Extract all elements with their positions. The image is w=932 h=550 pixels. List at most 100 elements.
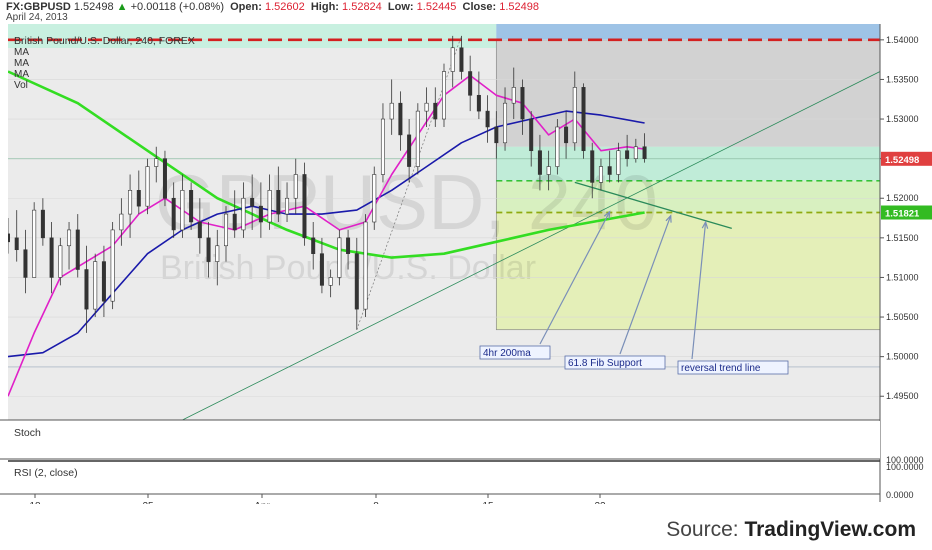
candle-body: [555, 126, 560, 167]
annotation-text: 4hr 200ma: [483, 348, 531, 359]
candle-body: [511, 87, 516, 104]
candle-body: [450, 47, 455, 72]
candle-body: [14, 237, 19, 251]
candle-body: [494, 126, 499, 144]
candle-body: [189, 190, 194, 223]
candle-body: [40, 209, 45, 239]
price-tick-label: 1.52000: [886, 193, 919, 203]
quote-line: FX:GBPUSD 1.52498 ▲ +0.00118 (+0.08%) Op…: [6, 1, 539, 13]
price-tick-label: 1.51500: [886, 233, 919, 243]
candle-body: [49, 237, 54, 278]
candle-body: [572, 87, 577, 144]
chart-date: April 24, 2013: [6, 12, 68, 23]
high-value: 1.52824: [342, 1, 382, 13]
candle-body: [154, 158, 159, 167]
candle-body: [590, 150, 595, 183]
zone-upper-grey: [496, 39, 880, 147]
chart-canvas[interactable]: GBPUSD, 240British Pound/U.S. Dollar 4hr…: [0, 24, 932, 504]
open-label: Open:: [230, 1, 262, 13]
current-price-label: 1.52498: [885, 155, 919, 166]
source-prefix: Source:: [666, 518, 739, 541]
rsi-label: RSI (2, close): [14, 467, 78, 479]
price-tick-label: 1.54000: [886, 35, 919, 45]
rsi-axis-label-bottom: 0.0000: [886, 490, 914, 500]
level-price-label: 1.51821: [885, 208, 920, 219]
candle-body: [258, 205, 263, 223]
candle-body: [302, 174, 307, 239]
candle-body: [119, 213, 124, 231]
candle-body: [476, 94, 481, 112]
candle-body: [372, 174, 377, 223]
low-label: Low:: [387, 1, 414, 13]
candle-body: [581, 87, 586, 152]
candle-body: [389, 102, 394, 120]
candle-body: [459, 47, 464, 72]
candle-body: [319, 253, 324, 286]
candle-body: [328, 277, 333, 286]
candle-body: [232, 213, 237, 231]
candle-body: [58, 245, 63, 278]
close-label: Close:: [462, 1, 497, 13]
price-change: +0.00118 (+0.08%): [130, 1, 224, 13]
low-value: 1.52445: [416, 1, 457, 13]
rsi-axis-label-top: 100.0000: [886, 462, 924, 472]
legend-title: British Pound/U.S. Dollar, 240, FOREX: [14, 35, 195, 47]
candle-body: [598, 166, 603, 183]
candle-body: [75, 229, 80, 270]
time-tick-label: 8: [373, 501, 379, 504]
candle-body: [407, 134, 412, 167]
legend-item: MA: [14, 69, 29, 80]
candle-body: [215, 245, 220, 262]
candle-body: [267, 190, 272, 223]
candle-body: [363, 221, 368, 310]
up-arrow-icon: ▲: [116, 1, 128, 13]
chart-header: FX:GBPUSD 1.52498 ▲ +0.00118 (+0.08%) Op…: [0, 0, 932, 24]
last-price: 1.52498: [73, 1, 114, 13]
candle-body: [293, 174, 298, 199]
price-tick-label: 1.53500: [886, 74, 919, 84]
stoch-label: Stoch: [14, 427, 41, 439]
candle-body: [625, 150, 630, 159]
price-tick-label: 1.50500: [886, 312, 919, 322]
source-credit: Source: TradingView.com: [666, 518, 916, 542]
candle-body: [23, 249, 28, 278]
candle-body: [546, 166, 551, 175]
annotation-text: 61.8 Fib Support: [568, 358, 642, 369]
candle-body: [276, 190, 281, 215]
candle-body: [380, 118, 385, 175]
candle-body: [285, 197, 290, 215]
candle-body: [250, 197, 255, 207]
price-tick-label: 1.50000: [886, 352, 919, 362]
close-value: 1.52498: [499, 1, 539, 13]
price-tick-label: 1.51000: [886, 272, 919, 282]
axis-bg: [880, 24, 932, 504]
candle-body: [564, 126, 569, 144]
price-tick-label: 1.53000: [886, 114, 919, 124]
time-tick-label: 15: [482, 501, 494, 504]
legend-item: MA: [14, 47, 29, 58]
candle-body: [311, 237, 316, 254]
candle-body: [441, 71, 446, 120]
candle-body: [224, 213, 229, 247]
candle-body: [485, 110, 490, 128]
time-tick-label: Apr: [254, 501, 270, 504]
candle-body: [520, 87, 525, 120]
candle-body: [433, 102, 438, 120]
candle-body: [128, 190, 133, 215]
legend-item: Vol: [14, 80, 28, 91]
watermark-big: GBPUSD, 240: [155, 158, 658, 246]
candle-body: [84, 269, 89, 310]
open-value: 1.52602: [264, 1, 305, 13]
price-tick-label: 1.49500: [886, 391, 919, 401]
price-axis: 1.540001.535001.530001.525001.520001.515…: [879, 24, 932, 504]
candle-body: [67, 229, 72, 247]
candle-body: [529, 118, 534, 152]
candle-body: [145, 166, 150, 207]
candle-body: [633, 146, 638, 159]
candle-body: [206, 237, 211, 262]
candle-body: [162, 158, 167, 199]
candle-body: [398, 102, 403, 136]
high-label: High:: [310, 1, 339, 13]
candle-body: [8, 233, 11, 243]
zone-top-blue: [496, 24, 880, 40]
